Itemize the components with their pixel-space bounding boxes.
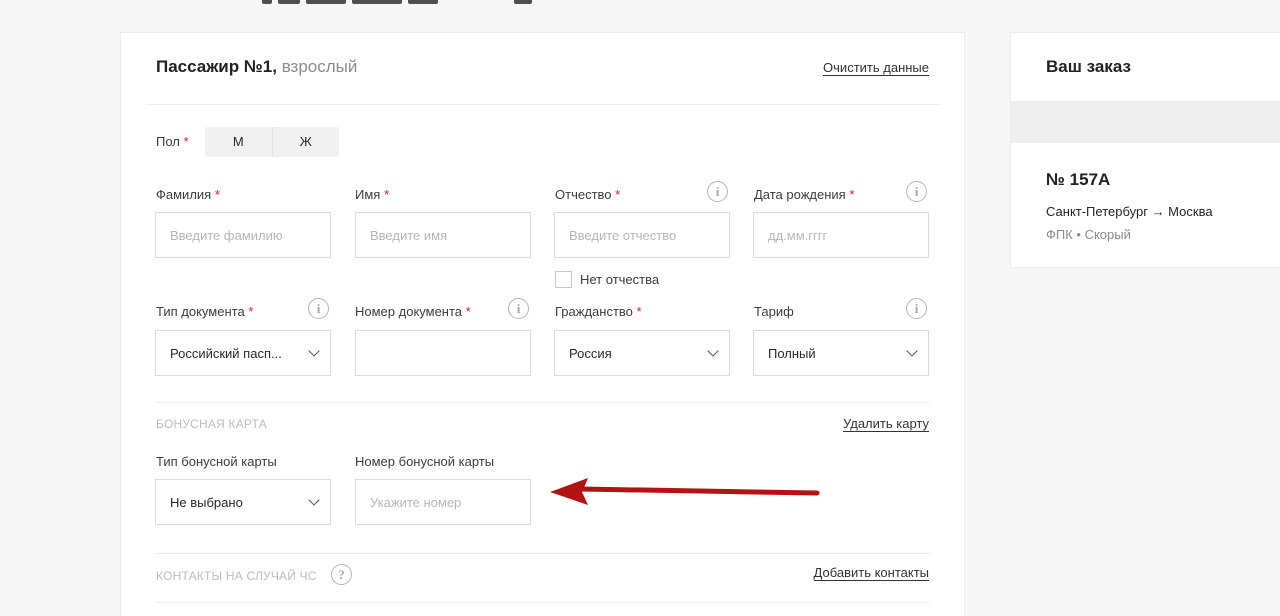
name-input[interactable]: Введите имя: [355, 212, 531, 258]
bonus-card-number-input[interactable]: Укажите номер: [355, 479, 531, 525]
gender-toggle[interactable]: М Ж: [205, 127, 339, 157]
bonus-section-title: БОНУСНАЯ КАРТА: [156, 417, 267, 431]
name-label: Имя *: [355, 187, 390, 202]
bonus-card-number-label: Номер бонусной карты: [355, 454, 495, 469]
doc-number-info-icon[interactable]: i: [508, 298, 529, 319]
train-route: Санкт-Петербург → Москва: [1046, 204, 1213, 219]
train-number: № 157А: [1046, 170, 1111, 189]
help-icon[interactable]: ?: [331, 564, 352, 585]
emergency-section-title: КОНТАКТЫ НА СЛУЧАЙ ЧС: [156, 569, 317, 583]
passenger-category: взрослый: [281, 57, 358, 76]
passenger-number: Пассажир №1,: [156, 57, 277, 76]
doc-type-label: Тип документа *: [156, 304, 254, 319]
tariff-select[interactable]: Полный: [753, 330, 929, 376]
header-divider: [146, 104, 941, 105]
chevron-down-icon: [308, 494, 320, 506]
no-patronymic-checkbox[interactable]: [555, 271, 572, 288]
surname-label: Фамилия *: [156, 187, 220, 202]
tariff-info-icon[interactable]: i: [906, 298, 927, 319]
birthdate-info-icon[interactable]: i: [906, 181, 927, 202]
emergency-divider: [155, 553, 930, 554]
tariff-label: Тариф: [754, 304, 794, 319]
passenger-title: Пассажир №1, взрослый: [156, 57, 357, 77]
doc-number-input[interactable]: [355, 330, 531, 376]
bonus-card-type-label: Тип бонусной карты: [156, 454, 277, 469]
patronymic-label: Отчество *: [555, 187, 621, 202]
patronymic-info-icon[interactable]: i: [707, 181, 728, 202]
bonus-card-type-select[interactable]: Не выбрано: [155, 479, 331, 525]
gender-label: Пол *: [156, 134, 189, 149]
patronymic-input[interactable]: Введите отчество: [554, 212, 730, 258]
birthdate-input[interactable]: дд.мм.гггг: [753, 212, 929, 258]
remove-card-link[interactable]: Удалить карту: [843, 416, 929, 432]
order-title: Ваш заказ: [1046, 57, 1131, 76]
no-patronymic-label[interactable]: Нет отчества: [580, 272, 659, 287]
gender-option-male[interactable]: М: [205, 127, 272, 157]
citizenship-select[interactable]: Россия: [554, 330, 730, 376]
passenger-form-card: Пассажир №1, взрослый Очистить данные По…: [120, 32, 965, 616]
annotation-arrow-icon: [550, 478, 820, 505]
doc-number-label: Номер документа *: [355, 304, 471, 319]
citizenship-label: Гражданство *: [555, 304, 642, 319]
bonus-divider: [155, 402, 930, 403]
add-contacts-link[interactable]: Добавить контакты: [813, 565, 929, 581]
chevron-down-icon: [906, 345, 918, 357]
chevron-down-icon: [308, 345, 320, 357]
bottom-divider: [155, 602, 930, 603]
order-band: [1011, 101, 1280, 143]
chevron-down-icon: [707, 345, 719, 357]
train-carrier: ФПК • Скорый: [1046, 227, 1131, 242]
clear-data-link[interactable]: Очистить данные: [823, 60, 929, 76]
gender-option-female[interactable]: Ж: [271, 127, 340, 157]
doc-type-select[interactable]: Российский пасп...: [155, 330, 331, 376]
surname-input[interactable]: Введите фамилию: [155, 212, 331, 258]
cut-off-page-heading: [0, 0, 1280, 6]
order-summary-card: Ваш заказ № 157А Санкт-Петербург → Москв…: [1010, 32, 1280, 268]
doc-type-info-icon[interactable]: i: [308, 298, 329, 319]
birthdate-label: Дата рождения *: [754, 187, 855, 202]
